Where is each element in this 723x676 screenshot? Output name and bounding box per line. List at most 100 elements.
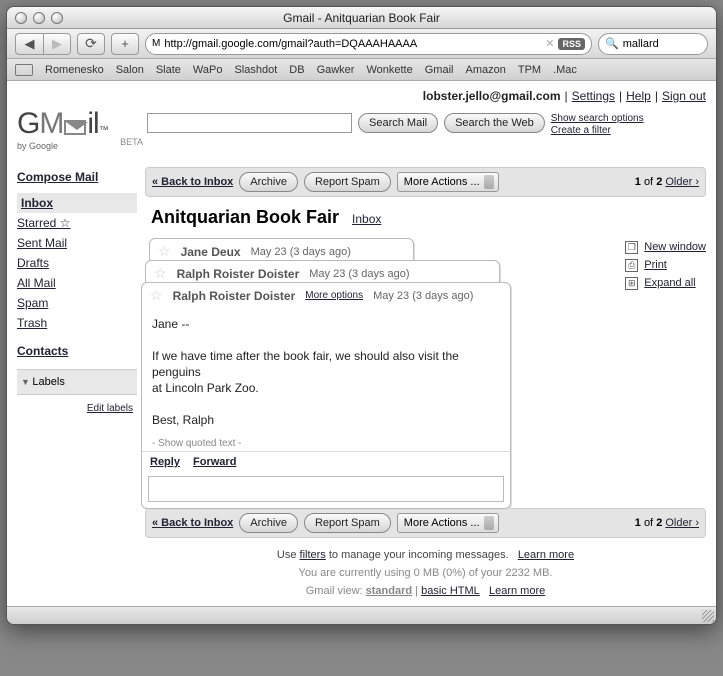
search-option-links: Show search options Create a filter xyxy=(551,113,644,137)
bookmark-item[interactable]: Slate xyxy=(156,64,181,76)
account-email: lobster.jello@gmail.com xyxy=(423,89,561,103)
bookmark-item[interactable]: TPM xyxy=(518,64,541,76)
bookmark-item[interactable]: Gmail xyxy=(425,64,454,76)
paging: 1 of 2 Older › xyxy=(635,517,699,529)
archive-button[interactable]: Archive xyxy=(239,513,298,533)
message-card-open: ☆ Ralph Roister Doister More options May… xyxy=(141,282,511,509)
inbox-link[interactable]: Inbox xyxy=(17,193,137,213)
back-to-inbox-link[interactable]: « Back to Inbox xyxy=(152,517,233,529)
compose-link[interactable]: Compose Mail xyxy=(17,167,137,187)
star-icon[interactable]: ☆ xyxy=(150,287,163,304)
bookmarks-bar: Romenesko Salon Slate WaPo Slashdot DB G… xyxy=(7,59,716,81)
subject-row: Anitquarian Book Fair Inbox xyxy=(145,197,706,238)
back-to-inbox-link[interactable]: « Back to Inbox xyxy=(152,176,233,188)
trash-link[interactable]: Trash xyxy=(17,313,137,333)
bookmark-item[interactable]: Romenesko xyxy=(45,64,104,76)
reply-link[interactable]: Reply xyxy=(150,456,180,468)
gmail-logo: GMil™ by Google BETA xyxy=(17,107,137,159)
stop-icon[interactable]: ✕ xyxy=(545,37,554,50)
message-sender: Jane Deux xyxy=(181,245,241,259)
bookmark-item[interactable]: DB xyxy=(289,64,304,76)
bookmark-item[interactable]: Wonkette xyxy=(366,64,412,76)
bookmark-item[interactable]: .Mac xyxy=(553,64,577,76)
reload-icon: ⟳ xyxy=(85,35,97,52)
header: GMil™ by Google BETA Search Mail Search … xyxy=(17,107,706,159)
view-learn-more[interactable]: Learn more xyxy=(489,585,545,597)
bookmark-item[interactable]: WaPo xyxy=(193,64,223,76)
help-link[interactable]: Help xyxy=(626,89,651,103)
archive-button[interactable]: Archive xyxy=(239,172,298,192)
allmail-link[interactable]: All Mail xyxy=(17,273,137,293)
main-area: Compose Mail Inbox Starred ☆ Sent Mail D… xyxy=(17,167,706,602)
search-mail-button[interactable]: Search Mail xyxy=(358,113,438,133)
thread-side-links: ❐New window ⎙Print ⊞Expand all xyxy=(625,238,706,292)
titlebar: Gmail - Anitquarian Book Fair xyxy=(7,7,716,29)
settings-link[interactable]: Settings xyxy=(572,89,615,103)
spam-link[interactable]: Spam xyxy=(17,293,137,313)
filters-link[interactable]: filters xyxy=(300,549,326,561)
conversation-area: ☆ Jane Deux May 23 (3 days ago) ☆ Ralph … xyxy=(145,238,706,498)
older-link[interactable]: Older › xyxy=(665,517,699,529)
forward-button[interactable]: ▶ xyxy=(43,33,71,55)
print-icon: ⎙ xyxy=(625,259,638,272)
message-date: May 23 (3 days ago) xyxy=(373,290,473,302)
browser-search-box[interactable]: 🔍 xyxy=(598,33,708,55)
search-icon: 🔍 xyxy=(605,37,619,50)
footer: Use filters to manage your incoming mess… xyxy=(145,538,706,602)
bookmarks-icon[interactable] xyxy=(15,64,33,76)
learn-more-link[interactable]: Learn more xyxy=(518,549,574,561)
show-search-options-link[interactable]: Show search options xyxy=(551,113,644,125)
contacts-link[interactable]: Contacts xyxy=(17,341,137,361)
url-input[interactable] xyxy=(164,38,541,50)
star-icon[interactable]: ☆ xyxy=(158,243,171,260)
back-button[interactable]: ◀ xyxy=(15,33,43,55)
search-web-button[interactable]: Search the Web xyxy=(444,113,545,133)
labels-header[interactable]: Labels xyxy=(17,369,137,395)
sidebar: Compose Mail Inbox Starred ☆ Sent Mail D… xyxy=(17,167,137,602)
bookmark-item[interactable]: Amazon xyxy=(465,64,505,76)
more-actions-select[interactable]: More Actions ... xyxy=(397,172,499,192)
reply-textarea[interactable] xyxy=(148,476,504,502)
view-standard[interactable]: standard xyxy=(366,585,412,597)
star-icon[interactable]: ☆ xyxy=(154,265,167,282)
older-link[interactable]: Older › xyxy=(665,176,699,188)
address-bar[interactable]: M ✕ RSS xyxy=(145,33,592,55)
starred-link[interactable]: Starred ☆ xyxy=(17,213,137,233)
more-options-link[interactable]: More options xyxy=(305,290,363,301)
bookmark-item[interactable]: Salon xyxy=(116,64,144,76)
rss-badge[interactable]: RSS xyxy=(558,38,585,50)
forward-link[interactable]: Forward xyxy=(193,456,236,468)
report-spam-button[interactable]: Report Spam xyxy=(304,513,391,533)
resize-handle[interactable] xyxy=(702,610,714,622)
message-date: May 23 (3 days ago) xyxy=(251,246,351,258)
beta-label: BETA xyxy=(120,137,143,147)
message-date: May 23 (3 days ago) xyxy=(309,268,409,280)
browser-search-input[interactable] xyxy=(623,38,717,50)
reload-button[interactable]: ⟳ xyxy=(77,33,105,55)
mail-search-input[interactable] xyxy=(147,113,352,133)
more-actions-select[interactable]: More Actions ... xyxy=(397,513,499,533)
bookmark-item[interactable]: Slashdot xyxy=(234,64,277,76)
status-bar xyxy=(7,606,716,624)
actionbar-bottom: « Back to Inbox Archive Report Spam More… xyxy=(145,508,706,538)
search-row: Search Mail Search the Web Show search o… xyxy=(147,107,706,137)
show-quoted-link[interactable]: - Show quoted text - xyxy=(152,438,242,449)
thread-label-link[interactable]: Inbox xyxy=(352,212,381,226)
bookmark-item[interactable]: Gawker xyxy=(317,64,355,76)
print-link[interactable]: Print xyxy=(644,256,667,274)
expand-all-link[interactable]: Expand all xyxy=(644,274,695,292)
edit-labels-link[interactable]: Edit labels xyxy=(21,399,133,419)
drafts-link[interactable]: Drafts xyxy=(17,253,137,273)
create-filter-link[interactable]: Create a filter xyxy=(551,125,644,137)
message-sender: Ralph Roister Doister xyxy=(177,267,300,281)
add-bookmark-button[interactable]: + xyxy=(111,33,139,55)
view-basic-html[interactable]: basic HTML xyxy=(421,585,480,597)
reply-row: Reply Forward xyxy=(142,451,510,472)
signout-link[interactable]: Sign out xyxy=(662,89,706,103)
page-content: lobster.jello@gmail.com |Settings |Help … xyxy=(7,81,716,606)
account-bar: lobster.jello@gmail.com |Settings |Help … xyxy=(17,89,706,103)
new-window-link[interactable]: New window xyxy=(644,238,706,256)
sent-link[interactable]: Sent Mail xyxy=(17,233,137,253)
report-spam-button[interactable]: Report Spam xyxy=(304,172,391,192)
new-window-icon: ❐ xyxy=(625,241,638,254)
